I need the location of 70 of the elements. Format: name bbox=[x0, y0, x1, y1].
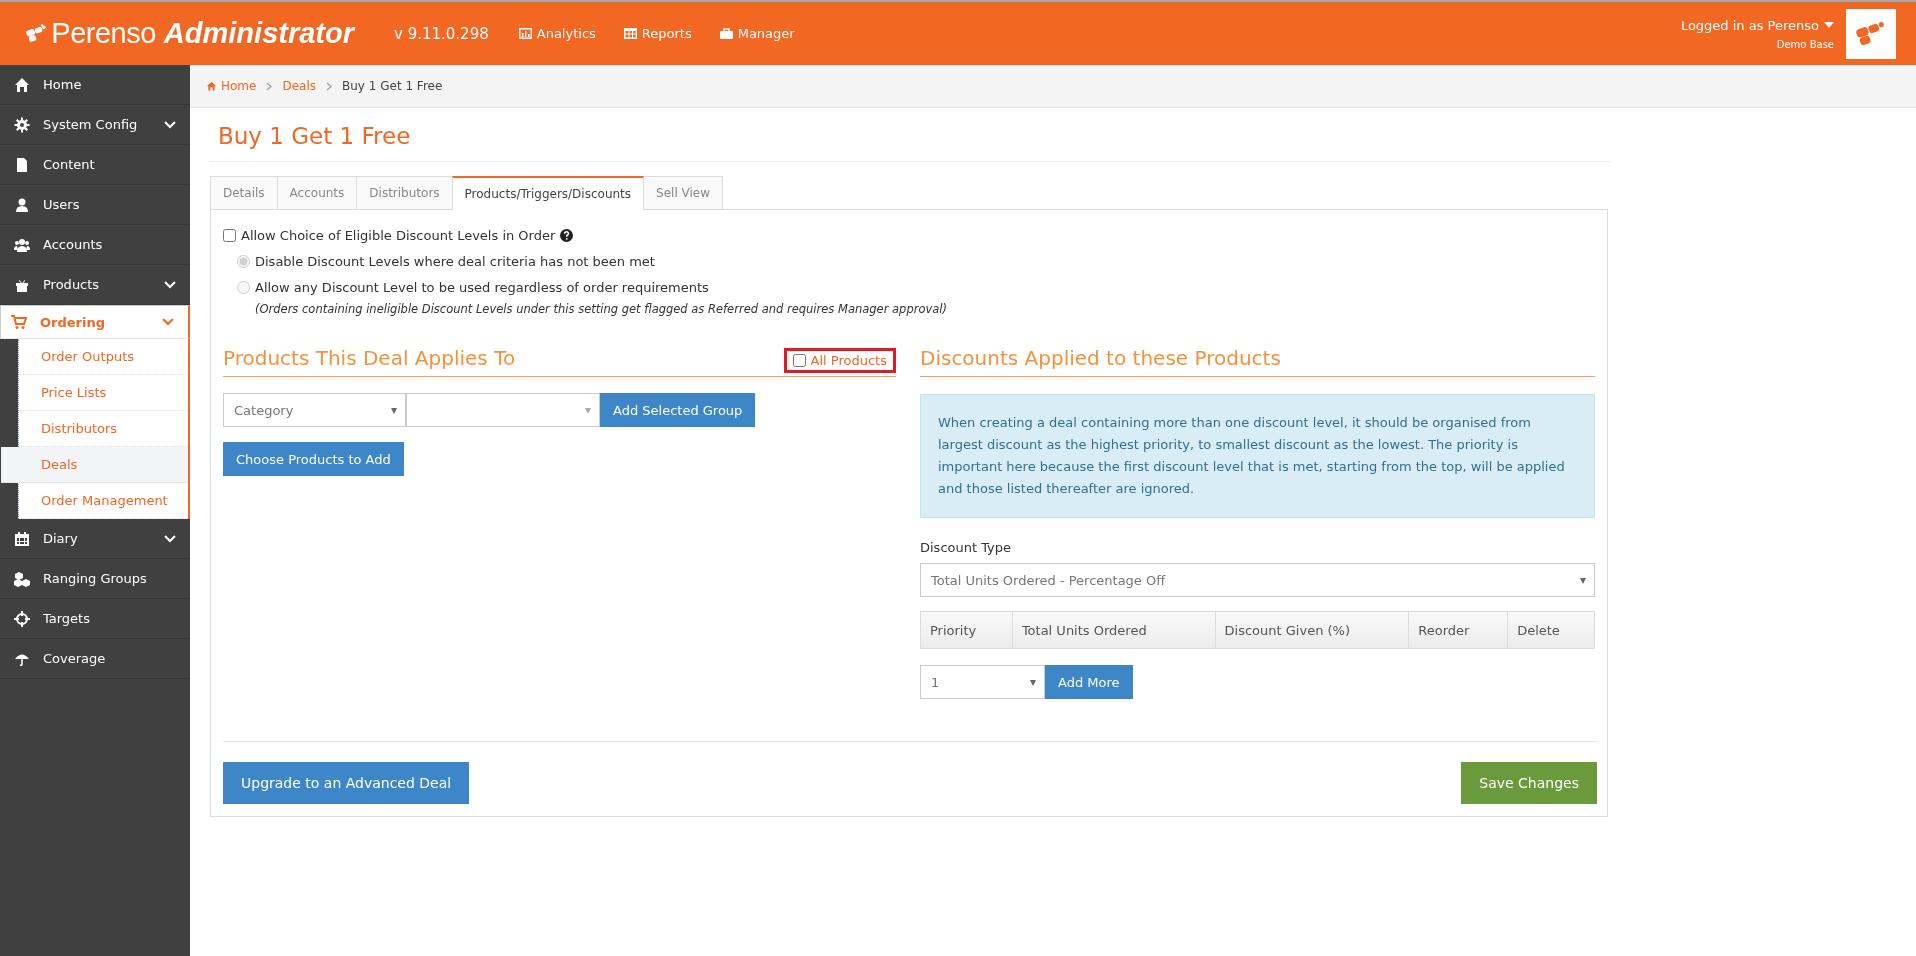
discount-type-select[interactable]: Total Units Ordered - Percentage Off bbox=[920, 563, 1595, 597]
column-header: Delete bbox=[1516, 621, 1561, 640]
caret-icon bbox=[391, 408, 397, 414]
add-more-button[interactable]: Add More bbox=[1045, 665, 1133, 699]
submenu-item[interactable]: Deals bbox=[1, 447, 188, 483]
user-icon bbox=[14, 196, 30, 213]
choose-products-button[interactable]: Choose Products to Add bbox=[223, 442, 404, 476]
nav-link[interactable]: Analytics bbox=[518, 26, 596, 41]
brand-name: Perenso bbox=[51, 17, 156, 50]
checkbox[interactable] bbox=[223, 228, 236, 242]
tab[interactable]: Accounts bbox=[276, 176, 358, 209]
caret-icon bbox=[1824, 22, 1834, 28]
column-header: Priority bbox=[921, 612, 1013, 648]
column-header: Total Units Ordered bbox=[1012, 612, 1216, 648]
submenu-item[interactable]: Order Outputs bbox=[19, 339, 188, 375]
page-title: Buy 1 Get 1 Free bbox=[210, 108, 1611, 162]
avatar-logo-icon bbox=[1846, 8, 1896, 59]
tab[interactable]: Products/Triggers/Discounts bbox=[451, 176, 645, 210]
submenu-item[interactable]: Order Management bbox=[19, 483, 188, 519]
save-button[interactable]: Save Changes bbox=[1461, 762, 1597, 804]
users-icon bbox=[14, 236, 30, 253]
briefcase-icon bbox=[719, 28, 733, 39]
help-icon bbox=[560, 228, 574, 242]
option-note: (Orders containing ineligible Discount Levels under this setting get flagged as Referred and requires Manager approval) bbox=[255, 302, 948, 316]
caret-icon bbox=[1580, 578, 1586, 584]
checkbox-label: Allow Choice of Eligible Discount Levels in Order bbox=[241, 227, 556, 243]
nav-link[interactable]: Manager bbox=[719, 26, 795, 41]
breadcrumb-link[interactable]: Home bbox=[206, 79, 257, 93]
tab[interactable]: Details bbox=[210, 176, 278, 209]
cubes-icon bbox=[14, 570, 30, 587]
column-header: Reorder bbox=[1409, 612, 1509, 648]
count-select[interactable]: 1 bbox=[920, 665, 1045, 699]
sidebar-item[interactable]: Ordering bbox=[0, 305, 190, 339]
info-alert: When creating a deal containing more than one discount level, it should be organised from largest discount as the highest priority, to smallest discount as the lowest. The priority is important here because the first discount level that is met, starting from the top, will be applied and those listed thereafter are ignored. bbox=[920, 394, 1595, 518]
sidebar-item[interactable]: Diary bbox=[0, 519, 190, 559]
field-label: Discount Type bbox=[920, 540, 1013, 555]
column-header: Discount Given (%) bbox=[1215, 612, 1410, 648]
calendar-icon bbox=[14, 530, 30, 547]
breadcrumb-current: Buy 1 Get 1 Free bbox=[342, 79, 443, 93]
upgrade-button[interactable]: Upgrade to an Advanced Deal bbox=[223, 762, 470, 804]
target-icon bbox=[14, 610, 30, 627]
checkbox-label: All Products bbox=[810, 353, 887, 368]
home-icon bbox=[206, 81, 217, 91]
radio-label: Allow any Discount Level to be used regardless of order requirements bbox=[255, 279, 709, 295]
nav-link[interactable]: Reports bbox=[623, 26, 692, 41]
product-name: Administrator bbox=[163, 17, 354, 50]
section-heading: Discounts Applied to these Products bbox=[920, 346, 1281, 370]
cart-icon bbox=[11, 314, 27, 330]
version-label: v 9.11.0.298 bbox=[394, 24, 489, 43]
chevron-icon bbox=[266, 81, 273, 91]
file-icon bbox=[14, 156, 30, 173]
tab[interactable]: Sell View bbox=[643, 176, 724, 209]
table-icon bbox=[623, 28, 637, 39]
gear-icon bbox=[14, 116, 30, 133]
checkbox[interactable] bbox=[792, 354, 806, 367]
chevron-icon bbox=[326, 81, 332, 91]
category-select[interactable]: Category bbox=[223, 393, 406, 427]
home-icon bbox=[14, 76, 30, 93]
caret-icon bbox=[1030, 680, 1036, 686]
group-select[interactable] bbox=[406, 393, 600, 427]
add-group-button[interactable]: Add Selected Group bbox=[600, 393, 756, 427]
chart-icon bbox=[518, 28, 532, 39]
section-heading: Products This Deal Applies To bbox=[223, 346, 516, 370]
breadcrumb-link[interactable]: Deals bbox=[282, 79, 316, 93]
tab[interactable]: Distributors bbox=[356, 176, 453, 209]
user-menu[interactable]: Logged in as Perenso bbox=[1680, 17, 1834, 33]
database-name: Demo Base bbox=[1776, 38, 1834, 50]
submenu-item[interactable]: Price Lists bbox=[19, 375, 188, 411]
radio-label: Disable Discount Levels where deal criteria has not been met bbox=[255, 253, 655, 269]
caret-icon bbox=[585, 408, 591, 414]
